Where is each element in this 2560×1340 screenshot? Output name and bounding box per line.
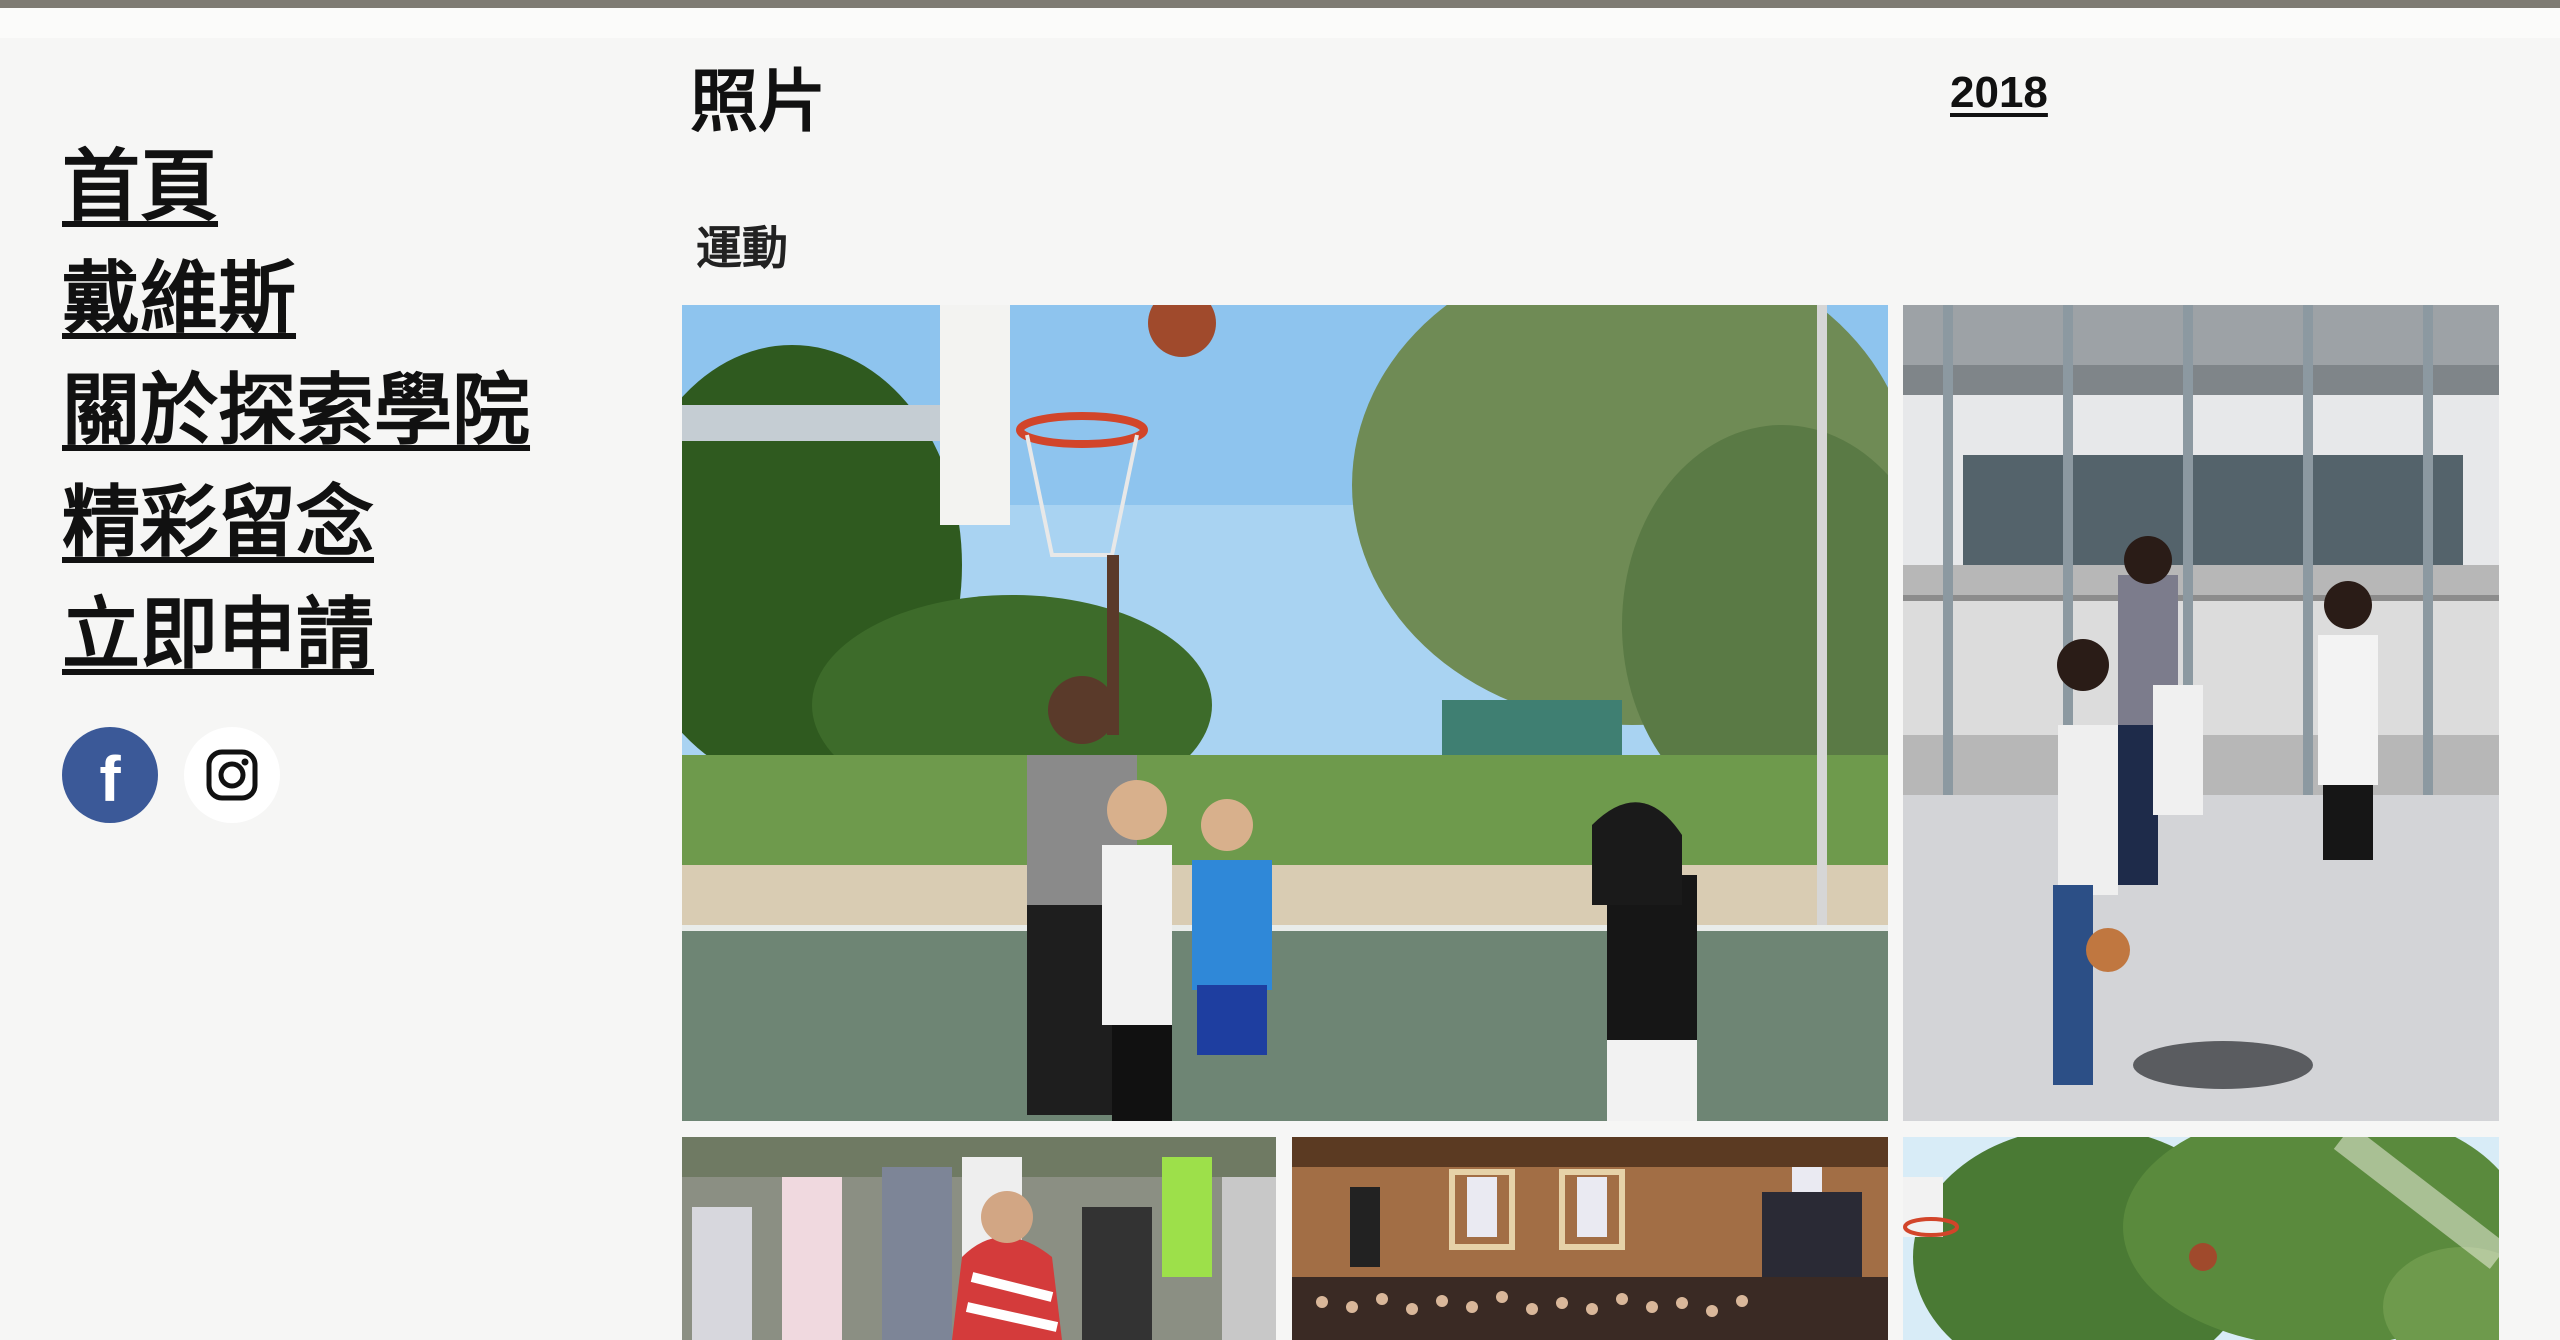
photo-crowd-outdoor[interactable] (682, 1137, 1276, 1340)
photo-court-group[interactable] (1903, 305, 2499, 1121)
facebook-button[interactable]: f (62, 727, 158, 823)
main-nav: 首頁 戴維斯 關於探索學院 精彩留念 立即申請 (62, 130, 530, 690)
social-links: f (62, 727, 280, 823)
year-link[interactable]: 2018 (1950, 68, 2048, 118)
section-label: 運動 (696, 222, 788, 274)
photo-basketball-tipoff[interactable] (682, 305, 1888, 1121)
photo-gym-assembly[interactable] (1292, 1137, 1888, 1340)
nav-item-davis[interactable]: 戴維斯 (62, 242, 530, 354)
page-top-band (0, 8, 2560, 38)
nav-item-about[interactable]: 關於探索學院 (62, 354, 530, 466)
photo-trees-court[interactable] (1903, 1137, 2499, 1340)
browser-top-bar (0, 0, 2560, 8)
instagram-icon (206, 749, 258, 801)
facebook-icon: f (99, 743, 121, 815)
nav-item-memories[interactable]: 精彩留念 (62, 466, 530, 578)
instagram-button[interactable] (184, 727, 280, 823)
nav-item-apply[interactable]: 立即申請 (62, 578, 530, 690)
page-title: 照片 (690, 64, 827, 140)
nav-item-home[interactable]: 首頁 (62, 130, 530, 242)
